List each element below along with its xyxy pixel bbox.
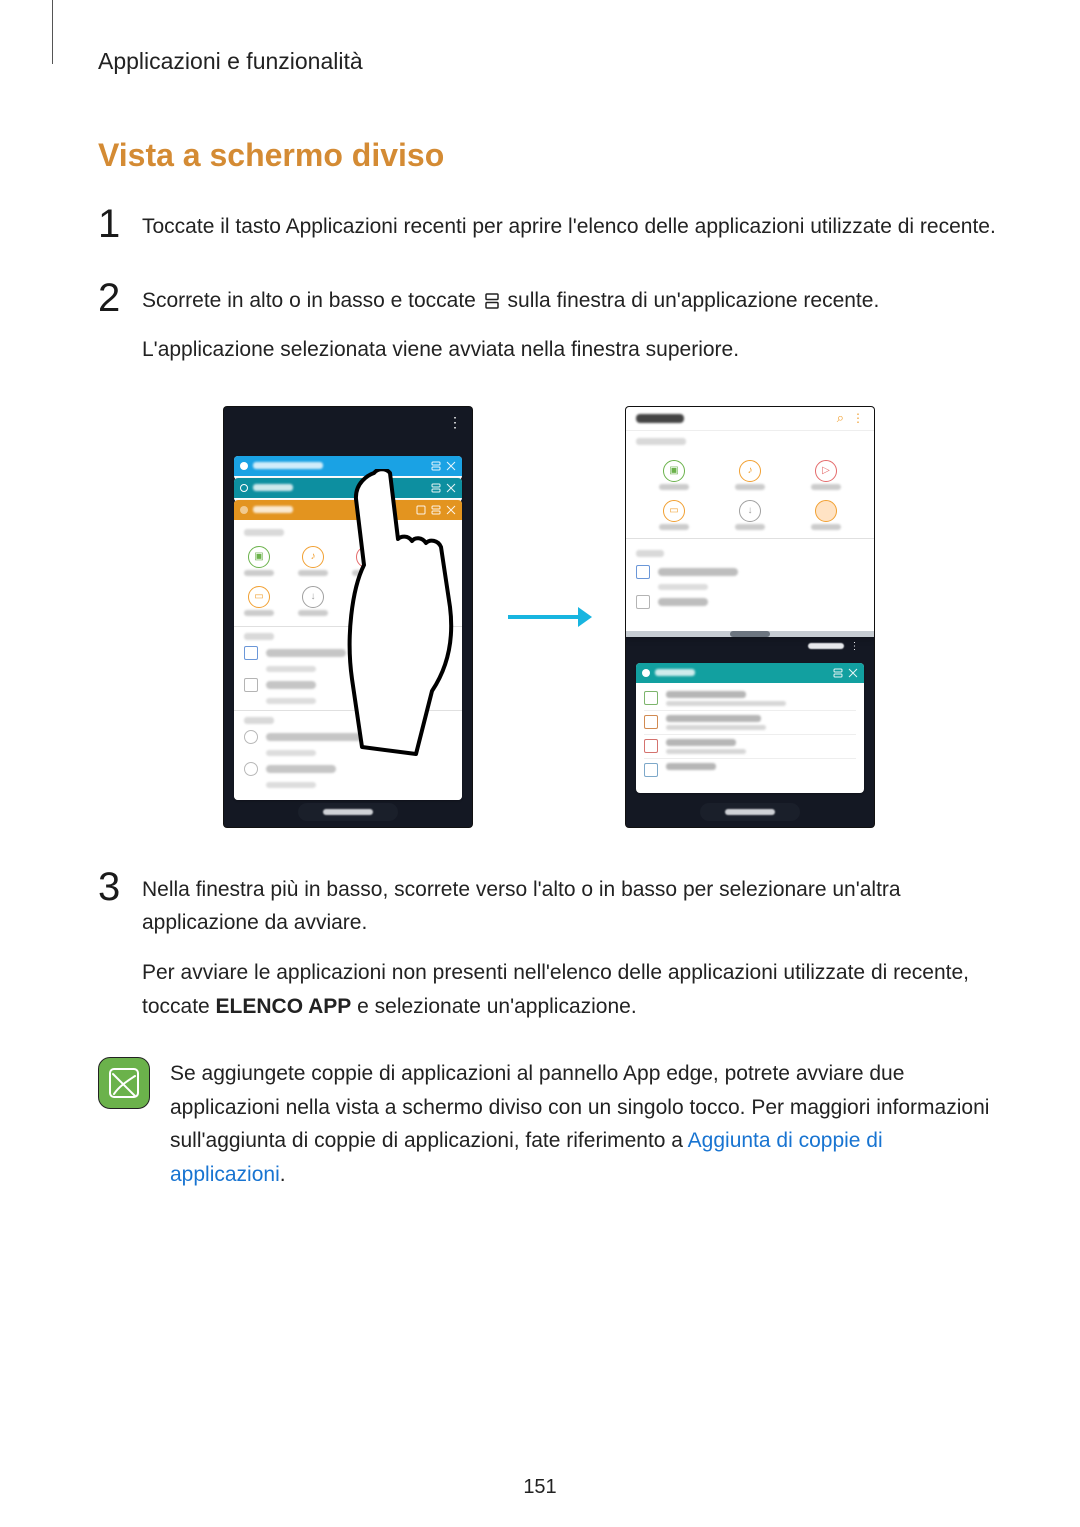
step-2: 2 Scorrete in alto o in basso e toccate … bbox=[98, 278, 1000, 383]
breadcrumb-header: Applicazioni e funzionalità bbox=[98, 48, 1000, 75]
step-2-line1: Scorrete in alto o in basso e toccate su… bbox=[142, 284, 1000, 318]
close-all-button bbox=[298, 803, 398, 821]
step-3-number: 3 bbox=[98, 867, 142, 1039]
step-3-line2: Per avviare le applicazioni non presenti… bbox=[142, 956, 1000, 1023]
note: Se aggiungete coppie di applicazioni al … bbox=[98, 1057, 1000, 1191]
split-screen-icon bbox=[485, 293, 499, 309]
step-1-number: 1 bbox=[98, 204, 142, 260]
step-2-line2: L'applicazione selezionata viene avviata… bbox=[142, 333, 1000, 367]
step-1: 1 Toccate il tasto Applicazioni recenti … bbox=[98, 204, 1000, 260]
top-app-pane: ⌕ ⋮ ▣ ♪ ▷ ▭ ↓ bbox=[626, 407, 874, 635]
elenco-app-label: ELENCO APP bbox=[216, 995, 352, 1018]
figure: ⋮ bbox=[98, 407, 1000, 827]
step-3-line2-post: e selezionate un'applicazione. bbox=[351, 995, 636, 1018]
phone1-more-icon: ⋮ bbox=[448, 415, 462, 429]
step-3: 3 Nella finestra più in basso, scorrete … bbox=[98, 867, 1000, 1039]
search-icon: ⌕ bbox=[837, 410, 844, 426]
figure-phone-right: ⌕ ⋮ ▣ ♪ ▷ ▭ ↓ bbox=[626, 407, 874, 827]
phone2-more-icon: ⋮ bbox=[852, 411, 864, 425]
page-number: 151 bbox=[0, 1476, 1080, 1499]
note-text-post: . bbox=[280, 1163, 286, 1186]
step-2-number: 2 bbox=[98, 278, 142, 383]
note-text: Se aggiungete coppie di applicazioni al … bbox=[170, 1057, 1000, 1191]
section-heading: Vista a schermo diviso bbox=[98, 137, 1000, 174]
note-icon bbox=[98, 1057, 150, 1109]
recents-card-1 bbox=[234, 456, 462, 480]
arrow-right-icon bbox=[506, 597, 592, 637]
close-all-button-2 bbox=[700, 803, 800, 821]
recents-card-3: ▣ ♪ ▷ ▭ ↓ bbox=[234, 500, 462, 800]
app-list-button-visual: ⋮ bbox=[808, 641, 861, 652]
split-divider-handle bbox=[730, 631, 770, 637]
step-2-pre: Scorrete in alto o in basso e toccate bbox=[142, 289, 482, 312]
step-1-text: Toccate il tasto Applicazioni recenti pe… bbox=[142, 210, 1000, 244]
step-2-post: sulla finestra di un'applicazione recent… bbox=[508, 289, 880, 312]
figure-phone-left: ⋮ bbox=[224, 407, 472, 827]
step-3-line1: Nella finestra più in basso, scorrete ve… bbox=[142, 873, 1000, 940]
recents-card-2 bbox=[234, 478, 462, 502]
